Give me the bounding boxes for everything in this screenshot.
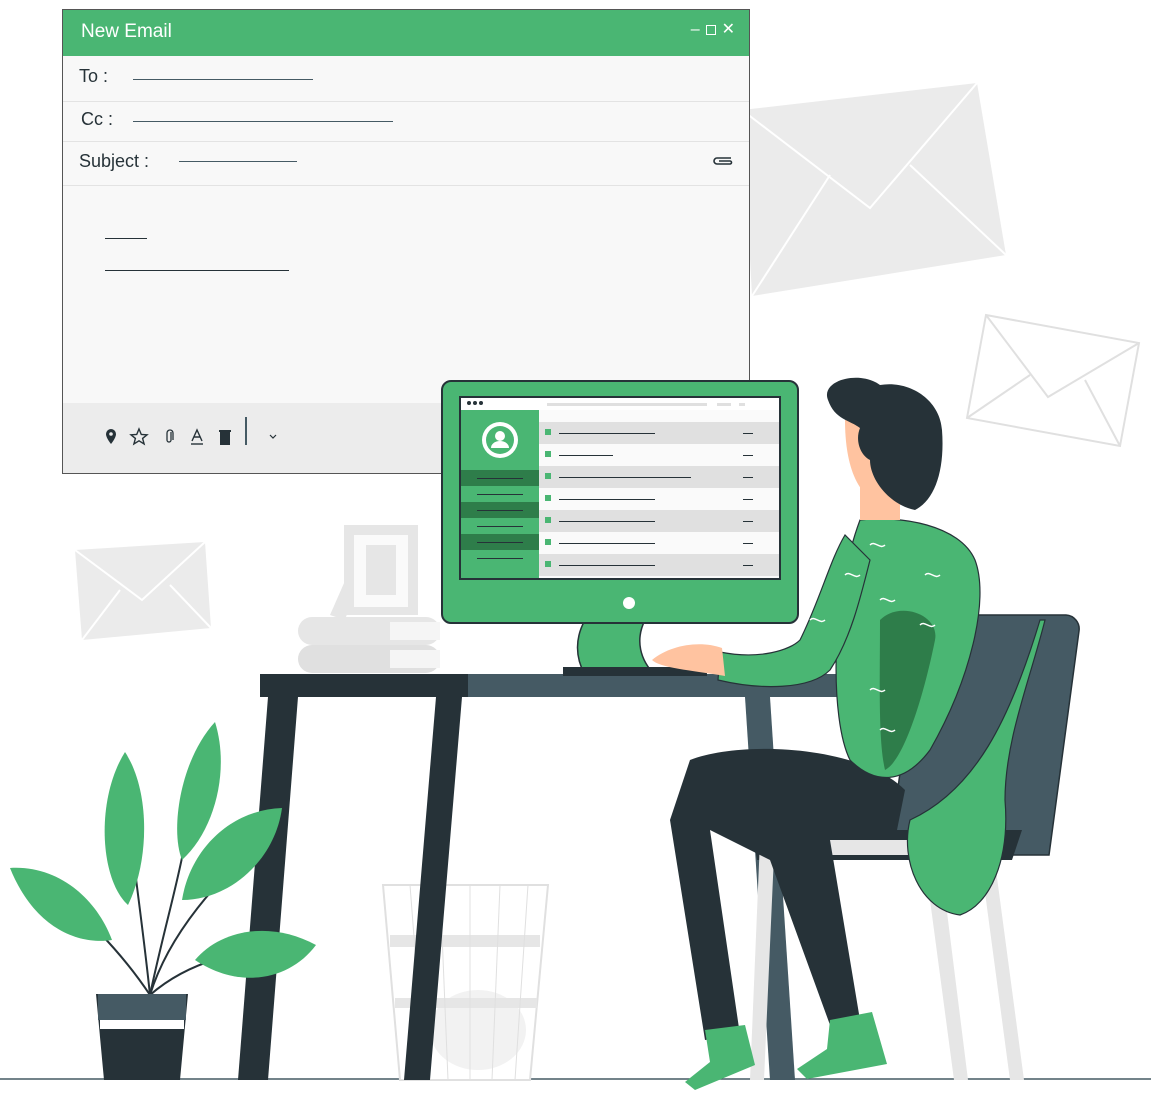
sidebar-item[interactable] — [461, 518, 539, 534]
desk-leg — [404, 697, 462, 1080]
desktop-monitor — [441, 380, 799, 624]
monitor-stand — [576, 619, 657, 676]
sidebar-item[interactable] — [461, 534, 539, 550]
sidebar-item[interactable] — [461, 470, 539, 486]
mail-sidebar — [461, 410, 539, 578]
mail-list-row[interactable] — [539, 466, 779, 488]
screen-titlebar — [461, 398, 779, 410]
sidebar-item[interactable] — [461, 486, 539, 502]
sidebar-item[interactable] — [461, 502, 539, 518]
monitor-screen[interactable] — [459, 396, 781, 580]
mail-list-row[interactable] — [539, 554, 779, 576]
power-button[interactable] — [623, 597, 635, 609]
mail-list-row[interactable] — [539, 532, 779, 554]
mail-list-row[interactable] — [539, 488, 779, 510]
desk-leg — [238, 697, 298, 1080]
mail-list-row[interactable] — [539, 444, 779, 466]
mail-list-row[interactable] — [539, 422, 779, 444]
desk-top — [260, 674, 468, 697]
sidebar-item[interactable] — [461, 550, 539, 566]
mail-list-row[interactable] — [539, 510, 779, 532]
avatar-icon[interactable] — [482, 422, 518, 458]
